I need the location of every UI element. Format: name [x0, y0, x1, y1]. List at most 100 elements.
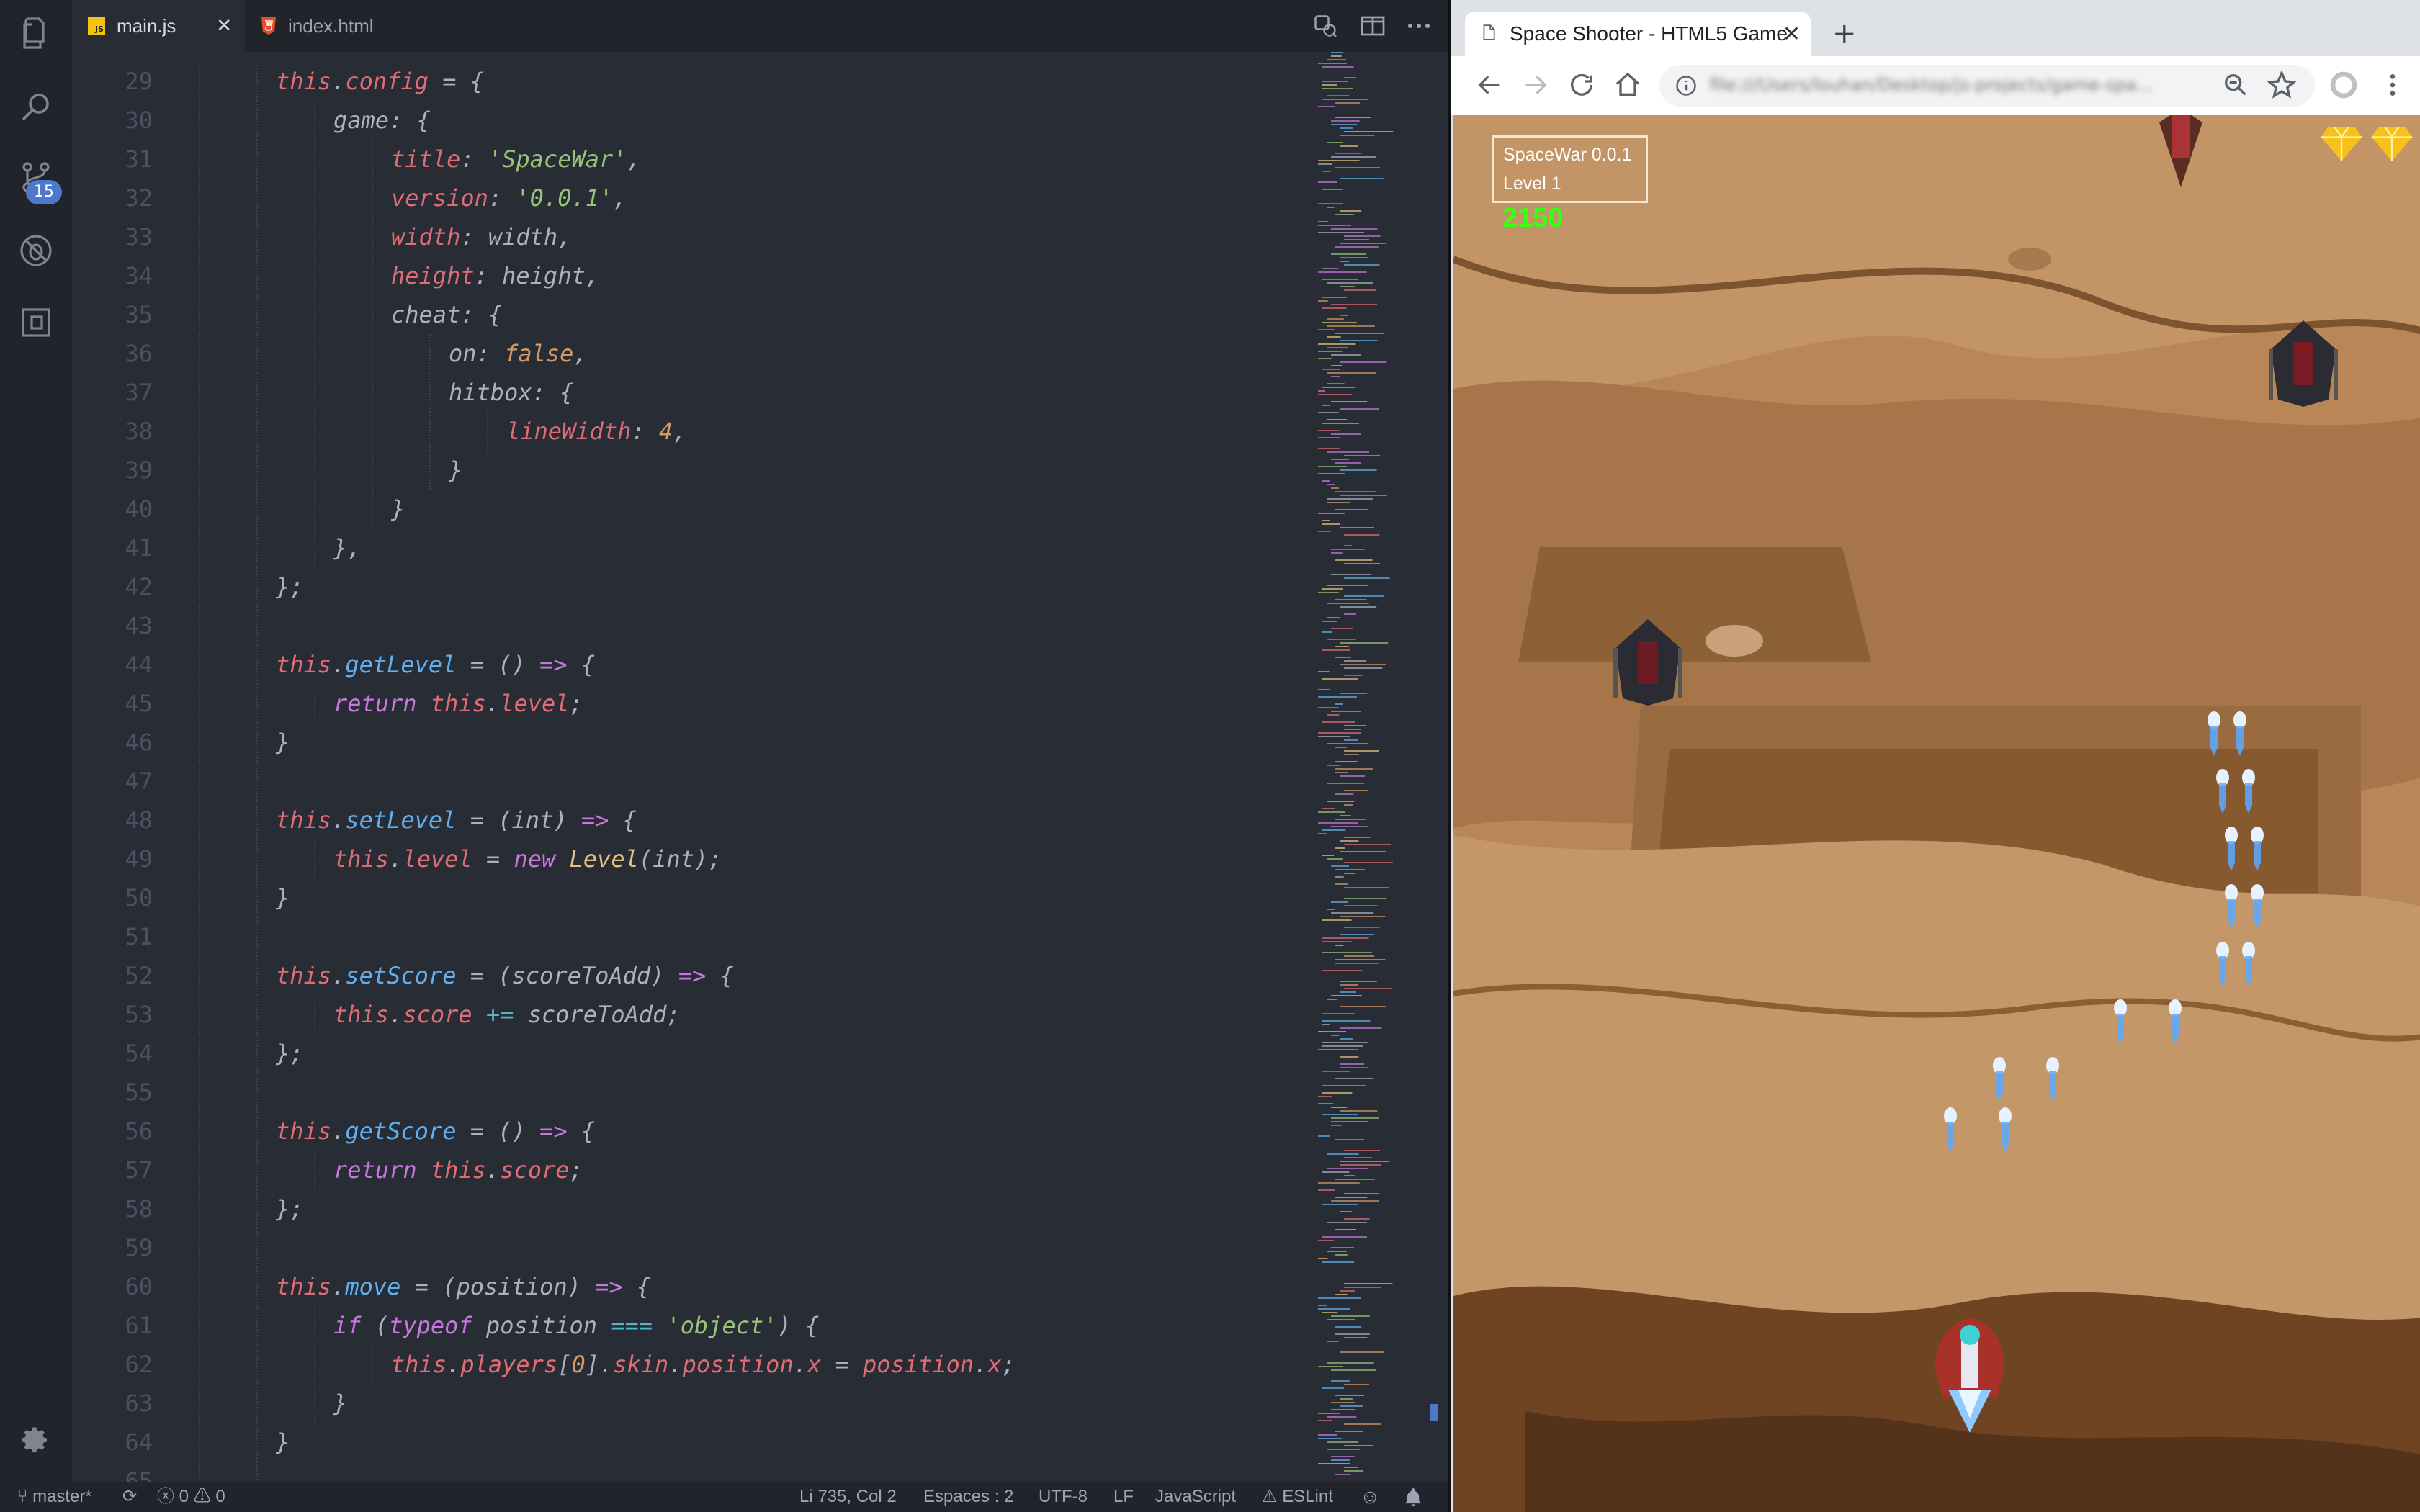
code-token: this: [333, 845, 390, 873]
home-icon[interactable]: [1613, 71, 1642, 99]
close-icon[interactable]: ✕: [1783, 22, 1801, 47]
code-line[interactable]: 36 on: false,: [72, 334, 1296, 373]
explorer-files-icon[interactable]: [19, 16, 53, 50]
browser-tab[interactable]: Space Shooter - HTML5 Game ✕: [1465, 12, 1811, 56]
code-text: }: [449, 451, 462, 490]
code-line[interactable]: 43: [72, 606, 1296, 645]
url-bar[interactable]: file:///Users/louhan/Desktop/js-projects…: [1659, 65, 2315, 107]
browser-menu-icon[interactable]: [2378, 71, 2407, 99]
code-line[interactable]: 50}: [72, 878, 1296, 917]
code-line[interactable]: 39}: [72, 451, 1296, 490]
code-line[interactable]: 57 return this.score;: [72, 1151, 1296, 1189]
info-icon[interactable]: [1675, 75, 1697, 99]
sync-icon[interactable]: ⟳: [122, 1482, 137, 1512]
eslint-status[interactable]: ⚠ ESLint: [1262, 1482, 1333, 1512]
minimap-line: [1318, 225, 1352, 226]
scrollbar-thumb[interactable]: [1430, 1404, 1438, 1421]
code-line[interactable]: 64}: [72, 1423, 1296, 1462]
tab-index-html[interactable]: index.html: [245, 0, 411, 52]
feedback-smiley-icon[interactable]: ☺: [1360, 1482, 1381, 1512]
minimap-line: [1318, 1366, 1344, 1367]
code-line[interactable]: 51: [72, 917, 1296, 956]
code-line[interactable]: 49 this.level = new Level(int);: [72, 840, 1296, 878]
code-line[interactable]: 38 lineWidth: 4,: [72, 412, 1296, 451]
minimap-line: [1331, 487, 1340, 489]
code-line[interactable]: 41},: [72, 528, 1296, 567]
minimap[interactable]: [1311, 52, 1433, 1482]
notifications-bell-icon[interactable]: [1403, 1482, 1423, 1512]
code-line[interactable]: 35 cheat: {: [72, 295, 1296, 334]
code-line[interactable]: 63}: [72, 1384, 1296, 1423]
code-line[interactable]: 45 return this.level;: [72, 684, 1296, 723]
minimap-line: [1327, 1319, 1355, 1320]
code-line[interactable]: 29 this.config = {: [72, 62, 1296, 101]
minimap-line: [1327, 484, 1335, 485]
minimap-line: [1344, 1467, 1358, 1468]
debug-icon[interactable]: [19, 233, 53, 268]
eslint-label: ESLint: [1282, 1487, 1333, 1506]
minimap-line: [1318, 811, 1346, 813]
code-line[interactable]: 61 if (typeof position === 'object') {: [72, 1306, 1296, 1345]
game-canvas[interactable]: SpaceWar 0.0.1 Level 1 2150: [1453, 115, 2420, 1512]
problems-item[interactable]: ⓧ 0 ⚠ 0: [157, 1482, 225, 1512]
code-token: move: [345, 1273, 401, 1300]
code-token: =>: [595, 1273, 623, 1300]
code-token: : width,: [460, 223, 572, 251]
code-line[interactable]: 65: [72, 1462, 1296, 1482]
indent-guide: [199, 684, 200, 723]
indent-guide: [487, 412, 488, 451]
code-line[interactable]: 55: [72, 1073, 1296, 1112]
line-ending[interactable]: LF: [1113, 1482, 1134, 1512]
code-token: {: [567, 1117, 596, 1145]
bookmark-star-icon[interactable]: [2267, 70, 2297, 99]
code-token: x: [807, 1351, 822, 1378]
code-line[interactable]: 37 hitbox: {: [72, 373, 1296, 412]
indent-guide: [199, 762, 200, 801]
code-line[interactable]: 33 width: width,: [72, 217, 1296, 256]
settings-gear-icon[interactable]: [22, 1426, 50, 1454]
code-line[interactable]: 46}: [72, 723, 1296, 762]
code-token: ,: [613, 184, 627, 212]
forward-arrow-icon[interactable]: [1521, 71, 1550, 99]
profile-avatar[interactable]: [2329, 71, 2358, 99]
code-line[interactable]: 59: [72, 1228, 1296, 1267]
split-editor-icon[interactable]: [1360, 13, 1386, 39]
cursor-position[interactable]: Li 735, Col 2: [799, 1482, 897, 1512]
code-line[interactable]: 52 this.setScore = (scoreToAdd) => {: [72, 956, 1296, 995]
code-line[interactable]: 56 this.getScore = () => {: [72, 1112, 1296, 1151]
code-line[interactable]: 44 this.getLevel = () => {: [72, 645, 1296, 684]
code-line[interactable]: 54};: [72, 1034, 1296, 1073]
language-mode[interactable]: JavaScript: [1155, 1482, 1236, 1512]
git-branch-item[interactable]: ⑂ master*: [17, 1482, 92, 1512]
code-line[interactable]: 53 this.score += scoreToAdd;: [72, 995, 1296, 1034]
open-changes-icon[interactable]: [1312, 13, 1338, 39]
minimap-line: [1344, 844, 1391, 845]
indentation[interactable]: Espaces : 2: [923, 1482, 1013, 1512]
code-line[interactable]: 34 height: height,: [72, 256, 1296, 295]
zoom-icon[interactable]: [2221, 71, 2250, 99]
new-tab-button[interactable]: +: [1832, 17, 1857, 50]
code-line[interactable]: 32 version: '0.0.1',: [72, 179, 1296, 217]
back-arrow-icon[interactable]: [1475, 71, 1504, 99]
search-icon[interactable]: [19, 89, 53, 124]
extensions-icon[interactable]: [19, 305, 53, 340]
code-line[interactable]: 48 this.setLevel = (int) => {: [72, 801, 1296, 840]
code-line[interactable]: 42};: [72, 567, 1296, 606]
code-line[interactable]: 31 title: 'SpaceWar',: [72, 140, 1296, 179]
code-line[interactable]: 30 game: {: [72, 101, 1296, 140]
code-editor[interactable]: 29 this.config = {30 game: {31 title: 'Spac…: [72, 52, 1448, 1482]
code-line[interactable]: 62 this.players[0].skin.position.x = posi…: [72, 1345, 1296, 1384]
code-line[interactable]: 40}: [72, 490, 1296, 528]
code-line[interactable]: 58};: [72, 1189, 1296, 1228]
code-token: ;: [569, 690, 583, 717]
indent-guide: [256, 645, 258, 684]
encoding[interactable]: UTF-8: [1039, 1482, 1088, 1512]
indent-guide: [314, 295, 315, 334]
code-line[interactable]: 60 this.move = (position) => {: [72, 1267, 1296, 1306]
tab-main-js[interactable]: JS main.js ✕: [72, 0, 245, 52]
reload-icon[interactable]: [1567, 71, 1596, 99]
code-line[interactable]: 47: [72, 762, 1296, 801]
more-actions-icon[interactable]: [1406, 13, 1432, 39]
close-icon[interactable]: ✕: [216, 14, 232, 37]
minimap-line: [1331, 711, 1361, 712]
